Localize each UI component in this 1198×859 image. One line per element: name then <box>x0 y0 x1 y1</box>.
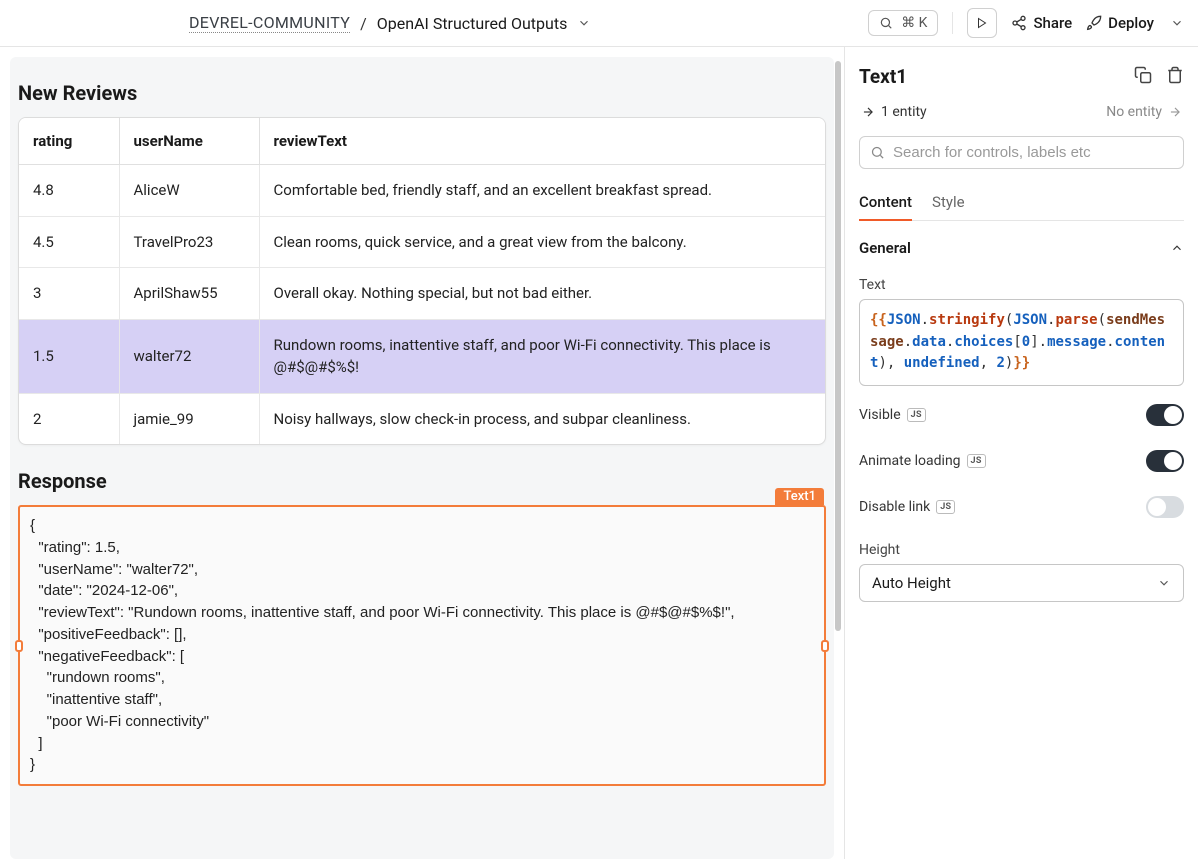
deploy-label: Deploy <box>1108 14 1154 32</box>
breadcrumb-app[interactable]: OpenAI Structured Outputs <box>377 14 568 33</box>
search-input[interactable] <box>893 144 1173 161</box>
top-bar: DEVREL-COMMUNITY / OpenAI Structured Out… <box>0 0 1198 47</box>
cell-reviewText: Clean rooms, quick service, and a great … <box>259 216 825 268</box>
general-label: General <box>859 239 911 257</box>
cell-reviewText: Overall okay. Nothing special, but not b… <box>259 268 825 320</box>
height-label: Height <box>859 542 1184 558</box>
breadcrumb-workspace[interactable]: DEVREL-COMMUNITY <box>189 13 350 33</box>
properties-panel: Text1 1 entity No entity <box>844 47 1198 859</box>
tab-content[interactable]: Content <box>859 185 912 221</box>
deploy-button[interactable]: Deploy <box>1086 14 1184 32</box>
cell-reviewText: Comfortable bed, friendly staff, and an … <box>259 165 825 217</box>
text-property-label: Text <box>859 277 1184 293</box>
arrow-right-icon <box>1168 105 1182 119</box>
cell-userName: AliceW <box>119 165 259 217</box>
reviews-title: New Reviews <box>18 81 826 105</box>
response-body: { "rating": 1.5, "userName": "walter72",… <box>20 507 824 784</box>
height-value: Auto Height <box>872 574 951 592</box>
command-palette-button[interactable]: ⌘ K <box>868 10 938 36</box>
general-section-header[interactable]: General <box>859 233 1184 259</box>
js-badge[interactable]: JS <box>967 454 986 468</box>
entity-left-label: 1 entity <box>881 104 927 120</box>
component-badge: Text1 <box>775 488 824 505</box>
cell-rating: 4.8 <box>19 165 119 217</box>
cell-userName: walter72 <box>119 319 259 393</box>
chevron-down-icon <box>1170 16 1184 30</box>
cell-rating: 4.5 <box>19 216 119 268</box>
share-button[interactable]: Share <box>1011 14 1072 32</box>
shortcut-label: ⌘ K <box>901 15 927 31</box>
rocket-icon <box>1086 15 1102 31</box>
text-property-input[interactable]: {{JSON.stringify(JSON.parse(sendMessage.… <box>859 299 1184 386</box>
panel-title: Text1 <box>859 65 907 88</box>
tab-style[interactable]: Style <box>932 185 965 221</box>
scrollbar[interactable] <box>834 47 844 859</box>
column-header-reviewText[interactable]: reviewText <box>259 118 825 165</box>
disable-link-toggle[interactable] <box>1146 496 1184 518</box>
cell-userName: jamie_99 <box>119 393 259 444</box>
height-select[interactable]: Auto Height <box>859 564 1184 602</box>
search-icon <box>870 145 885 160</box>
resize-handle-left[interactable] <box>15 640 23 652</box>
cell-rating: 3 <box>19 268 119 320</box>
chevron-up-icon <box>1170 241 1184 255</box>
divider <box>952 12 953 34</box>
cell-userName: AprilShaw55 <box>119 268 259 320</box>
table-row[interactable]: 4.5TravelPro23Clean rooms, quick service… <box>19 216 825 268</box>
js-badge[interactable]: JS <box>907 408 926 422</box>
share-label: Share <box>1033 14 1072 32</box>
entity-prev[interactable]: 1 entity <box>861 104 927 120</box>
table-row[interactable]: 1.5walter72Rundown rooms, inattentive st… <box>19 319 825 393</box>
table-row[interactable]: 2jamie_99Noisy hallways, slow check-in p… <box>19 393 825 444</box>
visible-label: Visible <box>859 407 901 423</box>
resize-handle-right[interactable] <box>821 640 829 652</box>
disable-link-label: Disable link <box>859 499 930 515</box>
play-icon <box>976 17 988 29</box>
table-row[interactable]: 3AprilShaw55Overall okay. Nothing specia… <box>19 268 825 320</box>
column-header-rating[interactable]: rating <box>19 118 119 165</box>
cell-reviewText: Rundown rooms, inattentive staff, and po… <box>259 319 825 393</box>
animate-loading-toggle[interactable] <box>1146 450 1184 472</box>
copy-icon[interactable] <box>1134 66 1152 88</box>
cell-rating: 1.5 <box>19 319 119 393</box>
animate-loading-label: Animate loading <box>859 453 961 469</box>
chevron-down-icon <box>1157 576 1171 590</box>
panel-search[interactable] <box>859 136 1184 169</box>
breadcrumb: DEVREL-COMMUNITY / OpenAI Structured Out… <box>189 13 591 33</box>
breadcrumb-separator: / <box>360 14 367 33</box>
js-badge[interactable]: JS <box>936 500 955 514</box>
column-header-userName[interactable]: userName <box>119 118 259 165</box>
response-title: Response <box>18 469 826 493</box>
share-icon <box>1011 15 1027 31</box>
reviews-table: ratinguserNamereviewText 4.8AliceWComfor… <box>18 117 826 445</box>
preview-button[interactable] <box>967 8 997 38</box>
trash-icon[interactable] <box>1166 66 1184 88</box>
table-row[interactable]: 4.8AliceWComfortable bed, friendly staff… <box>19 165 825 217</box>
search-icon <box>879 16 893 30</box>
scrollbar-thumb[interactable] <box>835 61 841 631</box>
canvas[interactable]: New Reviews ratinguserNamereviewText 4.8… <box>10 57 834 859</box>
response-text-component[interactable]: Text1 { "rating": 1.5, "userName": "walt… <box>18 505 826 786</box>
cell-rating: 2 <box>19 393 119 444</box>
cell-userName: TravelPro23 <box>119 216 259 268</box>
entity-next[interactable]: No entity <box>1106 104 1182 120</box>
arrow-right-icon <box>861 105 875 119</box>
chevron-down-icon[interactable] <box>577 16 591 30</box>
entity-right-label: No entity <box>1106 104 1162 120</box>
visible-toggle[interactable] <box>1146 404 1184 426</box>
cell-reviewText: Noisy hallways, slow check-in process, a… <box>259 393 825 444</box>
